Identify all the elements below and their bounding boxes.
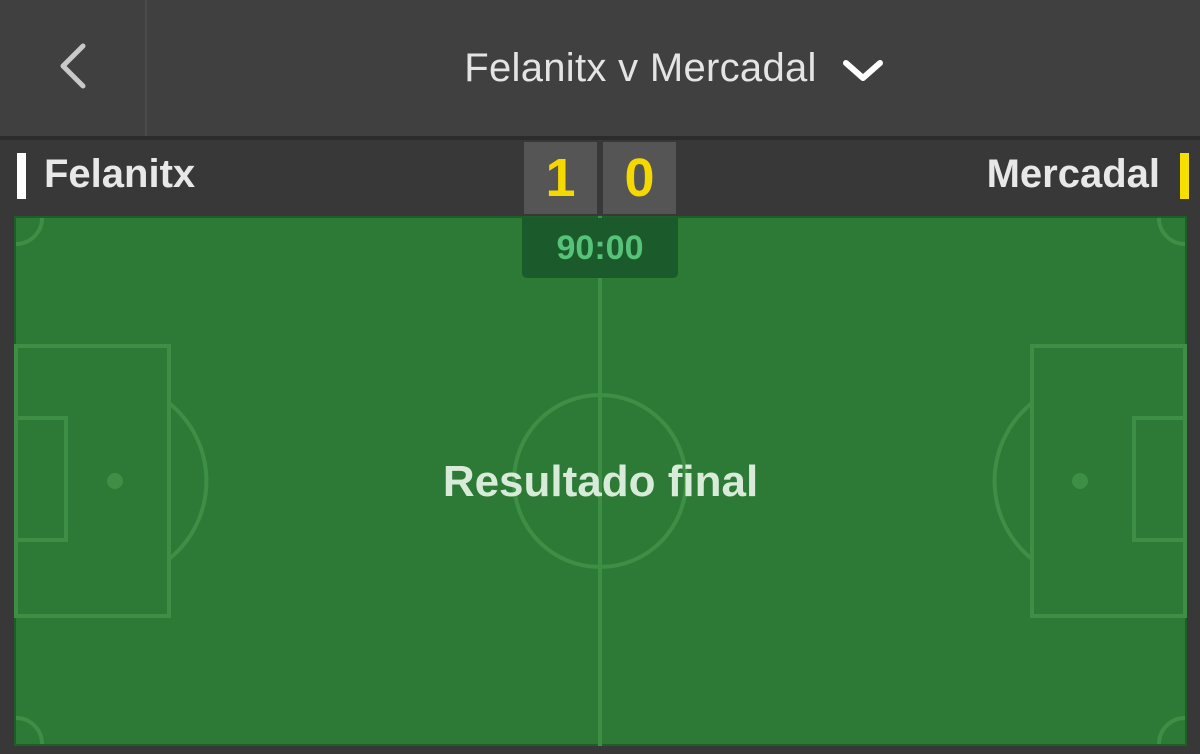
home-team-color-marker xyxy=(17,153,26,199)
home-score: 1 xyxy=(524,142,597,214)
away-score: 0 xyxy=(603,142,676,214)
home-team-name: Felanitx xyxy=(44,152,196,196)
match-title: Felanitx v Mercadal xyxy=(464,45,817,90)
chevron-down-icon xyxy=(842,59,883,83)
chevron-left-icon xyxy=(58,43,88,94)
away-team-name: Mercadal xyxy=(986,152,1160,196)
match-selector[interactable]: Felanitx v Mercadal xyxy=(147,0,1200,136)
match-clock: 90:00 xyxy=(522,218,678,278)
match-status: Resultado final xyxy=(442,457,759,506)
back-button[interactable] xyxy=(0,0,145,136)
away-team-color-marker xyxy=(1180,153,1189,199)
